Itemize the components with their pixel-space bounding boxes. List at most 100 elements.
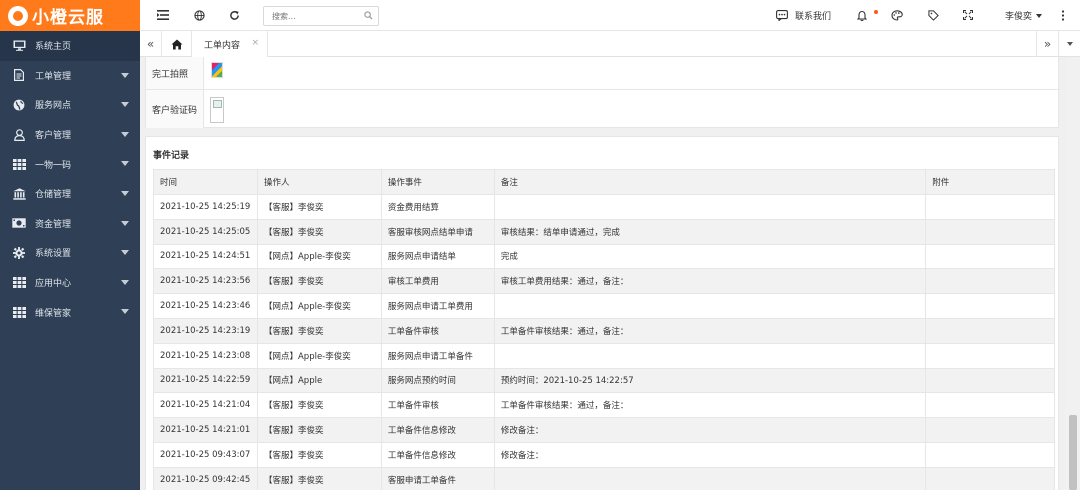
table-cell: 【客服】李俊奕 — [256, 268, 382, 295]
table-cell — [493, 342, 927, 369]
home-icon — [171, 39, 183, 50]
sidebar-item-6[interactable]: 资金管理 — [0, 209, 140, 239]
table-cell: 2021-10-25 14:25:05 — [153, 218, 258, 245]
table-cell: 审核工单费用结果：通过，备注： — [493, 268, 927, 295]
table-cell: 【客服】李俊奕 — [256, 392, 382, 419]
chevron-down-icon — [121, 279, 129, 285]
table-cell: 工单备件审核结果：通过，备注： — [493, 392, 927, 419]
customer-code-label: 客户验证码 — [146, 90, 204, 128]
main-content: 完工拍照 客户验证码 事件记录 时间 操作人 操作事件 备注 附件 2021-10-25… — [140, 57, 1066, 490]
chevron-down-icon — [121, 220, 129, 226]
more-vertical-icon[interactable] — [1056, 8, 1070, 22]
tab-label: 工单内容 — [204, 40, 241, 51]
tab-bar: « 工单内容 × » — [140, 31, 1080, 57]
table-cell — [925, 317, 1055, 344]
sidebar-item-label: 应用中心 — [35, 279, 72, 290]
table-cell: 资金费用结算 — [380, 194, 495, 220]
photo-section: 完工拍照 客户验证码 — [145, 57, 1060, 128]
theme-palette-icon[interactable] — [890, 8, 904, 22]
sidebar-item-label: 维保管家 — [35, 308, 72, 319]
bell-icon[interactable] — [855, 8, 869, 22]
sidebar-item-9[interactable]: 维保管家 — [0, 297, 140, 327]
logo-text: 小橙云服 — [32, 8, 104, 28]
completion-photo-row: 完工拍照 — [146, 57, 1060, 90]
search-input[interactable] — [264, 7, 360, 25]
sidebar-item-1[interactable]: 工单管理 — [0, 61, 140, 91]
completion-photo-thumbnail[interactable] — [211, 62, 223, 78]
table-cell: 2021-10-25 09:42:45 — [153, 466, 258, 490]
column-header: 备注 — [493, 169, 927, 195]
sidebar-item-label: 工单管理 — [35, 71, 72, 82]
document-icon — [12, 69, 26, 82]
scrollbar-thumb[interactable] — [1069, 415, 1077, 490]
broken-image-icon[interactable] — [210, 97, 224, 123]
table-cell: 2021-10-25 14:21:04 — [153, 392, 258, 419]
money-icon — [12, 217, 26, 229]
table-cell — [493, 293, 927, 319]
contact-us-label: 联系我们 — [795, 12, 832, 22]
sidebar-item-label: 服务网点 — [35, 101, 72, 112]
chevron-down-icon — [121, 102, 129, 108]
tag-icon[interactable] — [926, 8, 940, 22]
table-cell: 【网点】Apple — [256, 367, 382, 394]
table-row: 2021-10-25 14:23:56 【客服】李俊奕 审核工单费用 审核工单费用结果… — [153, 268, 1055, 295]
table-cell: 工单备件审核 — [380, 317, 495, 344]
sidebar-item-3[interactable]: 客户管理 — [0, 120, 140, 150]
globe-icon[interactable] — [192, 8, 206, 22]
table-cell: 修改备注： — [493, 441, 927, 468]
tab-home[interactable] — [162, 31, 192, 57]
table-cell — [925, 194, 1055, 220]
grid-icon — [12, 306, 26, 318]
chevron-down-icon — [1036, 13, 1043, 18]
table-cell: 服务网点申请工单费用 — [380, 293, 495, 319]
table-cell — [925, 417, 1055, 443]
refresh-icon[interactable] — [227, 8, 241, 22]
table-row: 2021-10-25 14:23:08 【网点】Apple-李俊奕 服务网点申请工单… — [153, 342, 1055, 369]
table-header-row: 时间 操作人 操作事件 备注 附件 — [153, 169, 1055, 195]
table-cell: 客服审核网点结单申请 — [380, 218, 495, 245]
sidebar-item-label: 资金管理 — [35, 219, 72, 230]
tab-options[interactable] — [1058, 31, 1080, 57]
logo-icon — [8, 5, 28, 26]
column-header: 操作事件 — [380, 169, 495, 195]
chevron-down-icon — [121, 250, 129, 256]
sidebar-item-label: 一物一码 — [35, 160, 72, 171]
table-cell: 2021-10-25 09:43:07 — [153, 441, 258, 468]
grid-icon — [12, 277, 26, 289]
tab-scroll-left-icon[interactable]: « — [140, 31, 162, 57]
table-cell — [925, 268, 1055, 295]
sidebar-item-4[interactable]: 一物一码 — [0, 149, 140, 179]
chevron-down-icon — [121, 309, 129, 315]
globe-icon — [12, 99, 26, 111]
table-cell: 【网点】Apple-李俊奕 — [256, 293, 382, 319]
menu-toggle-icon[interactable] — [156, 8, 170, 22]
table-cell — [493, 466, 927, 490]
table-cell: 【客服】李俊奕 — [256, 218, 382, 245]
sidebar-item-7[interactable]: 系统设置 — [0, 238, 140, 268]
tab-scroll-right-icon[interactable]: » — [1036, 31, 1058, 57]
tab-work-order-content[interactable]: 工单内容 × — [192, 31, 268, 57]
table-cell — [925, 293, 1055, 319]
fullscreen-icon[interactable] — [961, 8, 975, 22]
user-menu[interactable]: 李俊奕 — [1005, 9, 1043, 22]
chevron-down-icon — [121, 72, 129, 78]
contact-us-link[interactable]: 联系我们 — [776, 9, 831, 22]
search-icon[interactable] — [364, 11, 373, 23]
table-cell: 预约时间：2021-10-25 14:22:57 — [493, 367, 927, 394]
content-scrollbar[interactable] — [1066, 57, 1080, 490]
table-cell: 工单备件审核结果：通过，备注： — [493, 317, 927, 344]
table-cell: 【客服】李俊奕 — [256, 317, 382, 344]
sidebar-item-5[interactable]: 仓储管理 — [0, 179, 140, 209]
close-icon[interactable]: × — [251, 38, 259, 48]
sidebar-item-0[interactable]: 系统主页 — [0, 31, 140, 61]
completion-photo-label: 完工拍照 — [146, 57, 204, 89]
sidebar-nav: 系统主页工单管理服务网点客户管理一物一码仓储管理资金管理系统设置应用中心维保管家 — [0, 31, 140, 327]
table-cell: 服务网点预约时间 — [380, 367, 495, 394]
table-cell: 客服申请工单备件 — [380, 466, 495, 490]
monitor-icon — [12, 40, 26, 52]
gear-icon — [12, 246, 26, 259]
table-cell: 2021-10-25 14:22:59 — [153, 367, 258, 394]
sidebar-item-8[interactable]: 应用中心 — [0, 268, 140, 298]
app-logo[interactable]: 小橙云服 — [0, 0, 140, 31]
sidebar-item-2[interactable]: 服务网点 — [0, 90, 140, 120]
